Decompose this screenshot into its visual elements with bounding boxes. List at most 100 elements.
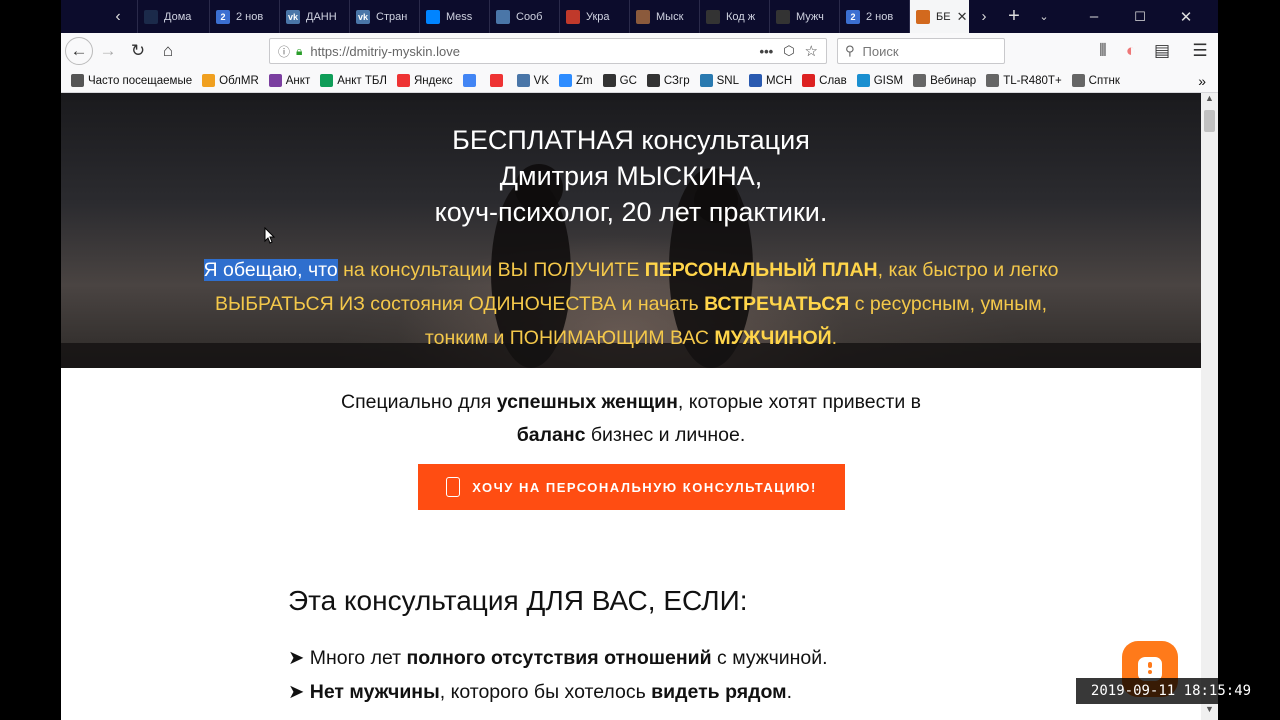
bookmark-item[interactable]: Яндекс	[396, 74, 453, 87]
bookmark-item[interactable]: GISM	[856, 74, 904, 87]
pocket-icon[interactable]: ⬡	[783, 43, 794, 59]
tab-favicon-icon	[426, 9, 440, 24]
item-text: Много лет	[309, 647, 407, 669]
tab[interactable]: vk Стран	[349, 0, 419, 33]
maximize-icon[interactable]: ☐	[1117, 0, 1163, 33]
bookmark-item[interactable]: Слав	[802, 74, 847, 87]
bookmark-item[interactable]: Часто посещаемые	[71, 74, 192, 87]
bookmark-star-icon[interactable]: ☆	[805, 42, 818, 60]
home-icon[interactable]: ⌂	[153, 36, 183, 66]
item-bold: полного отсутствия отношений	[406, 647, 712, 669]
bookmark-item[interactable]: Анкт	[268, 74, 311, 87]
search-placeholder: Поиск	[862, 43, 899, 59]
tab[interactable]: 2 2 нов	[839, 0, 909, 33]
search-icon: ⚲	[845, 43, 855, 58]
url-bar[interactable]: ⓘ 🔒︎ https://dmitriy-myskin.love ••• ⬡ ☆	[269, 38, 827, 64]
extension-icon[interactable]: ◐	[1116, 36, 1146, 66]
bookmark-item[interactable]: Zm	[559, 74, 593, 87]
new-tab-icon[interactable]: +	[999, 0, 1029, 33]
consultation-cta-button[interactable]: ХОЧУ НА ПЕРСОНАЛЬНУЮ КОНСУЛЬТАЦИЮ!	[418, 464, 845, 510]
bookmark-favicon-icon	[268, 74, 282, 87]
tab-scroll-right-icon[interactable]: ›	[969, 0, 999, 33]
page-content: БЕСПЛАТНАЯ консультация Дмитрия МЫСКИНА,…	[61, 93, 1201, 720]
scroll-up-icon[interactable]: ▲	[1201, 93, 1218, 109]
item-text: с мужчиной.	[711, 647, 828, 669]
tab-favicon-icon	[566, 9, 580, 24]
tab-list-icon[interactable]: ⌄	[1029, 0, 1059, 33]
bookmark-item[interactable]: SNL	[699, 74, 739, 87]
tab-favicon-icon	[916, 9, 930, 24]
page-scrollbar[interactable]: ▲ ▼	[1201, 93, 1218, 720]
arrow-bullet-icon: ➤	[288, 647, 305, 669]
bookmark-favicon-icon	[1071, 74, 1085, 87]
bookmark-item[interactable]: ОблMR	[202, 74, 259, 87]
tab-label: Мыск	[656, 10, 684, 23]
tab[interactable]: Сооб	[489, 0, 559, 33]
bookmark-label: Часто посещаемые	[88, 74, 193, 87]
library-icon[interactable]: ⫴	[1088, 36, 1118, 66]
item-bold: видеть рядом	[651, 681, 787, 703]
reload-icon[interactable]: ↻	[123, 36, 153, 66]
bookmark-favicon-icon	[516, 74, 530, 87]
bookmark-favicon-icon	[559, 74, 573, 87]
recording-timestamp: 2019-09-11 18:15:49	[1076, 678, 1266, 704]
bookmark-item[interactable]	[462, 74, 480, 87]
bookmark-item[interactable]: Вебинар	[913, 74, 976, 87]
tab-label: Код ж	[726, 10, 756, 23]
bookmark-item[interactable]: МСН	[748, 74, 792, 87]
bookmark-item[interactable]: Сптнк	[1071, 74, 1120, 87]
bookmark-item[interactable]: Анкт ТБЛ	[320, 74, 387, 87]
bookmark-item[interactable]	[489, 74, 507, 87]
tab[interactable]: Мыск	[629, 0, 699, 33]
tab[interactable]: 2 2 нов	[209, 0, 279, 33]
bookmark-favicon-icon	[320, 74, 334, 87]
tab[interactable]: Укра	[559, 0, 629, 33]
item-text: , которого бы хотелось	[439, 681, 652, 703]
info-icon[interactable]: ⓘ	[278, 43, 290, 60]
tab[interactable]: БЕ ✕	[909, 0, 969, 33]
close-window-icon[interactable]: ✕	[1163, 0, 1209, 33]
bookmark-label: Яндекс	[413, 74, 453, 87]
bookmarks-overflow-icon[interactable]: »	[1198, 73, 1206, 89]
bookmark-label: ОблMR	[219, 74, 259, 87]
bookmark-label: GISM	[873, 74, 904, 87]
bookmark-item[interactable]: VK	[516, 74, 549, 87]
tab[interactable]: Mess	[419, 0, 489, 33]
bookmark-favicon-icon	[802, 74, 816, 87]
tab-favicon-icon: vk	[286, 9, 300, 24]
menu-icon[interactable]: ☰	[1185, 36, 1215, 66]
tab-label: Укра	[586, 10, 610, 23]
bookmark-favicon-icon	[856, 74, 870, 87]
search-input[interactable]: ⚲ Поиск	[837, 38, 1005, 64]
tab[interactable]: vk ДАНН	[279, 0, 349, 33]
scroll-thumb[interactable]	[1204, 110, 1215, 132]
tab[interactable]: Мужч	[769, 0, 839, 33]
bookmark-favicon-icon	[913, 74, 927, 87]
tab-close-icon[interactable]: ✕	[957, 9, 968, 25]
browser-window: ‹ Дома 2 2 нов vk ДАНН vk Стран Mess Сооб Укра Мыс…	[61, 0, 1218, 720]
bookmark-label: Zm	[576, 74, 593, 87]
bookmark-label: GC	[619, 74, 637, 87]
bookmark-favicon-icon	[986, 74, 1000, 87]
tab-scroll-left-icon[interactable]: ‹	[99, 0, 137, 33]
forward-arrow-icon[interactable]: →	[93, 36, 123, 66]
tab-favicon-icon	[706, 9, 720, 24]
sidebar-icon[interactable]: ▤	[1147, 36, 1177, 66]
bookmark-label: Анкт	[285, 74, 311, 87]
tab[interactable]: Код ж	[699, 0, 769, 33]
bookmark-item[interactable]: GC	[602, 74, 637, 87]
tab-label: Сооб	[516, 10, 543, 23]
bookmark-item[interactable]: TL-R480T+	[986, 74, 1062, 87]
bookmark-label: Слав	[819, 74, 847, 87]
bookmark-item[interactable]: СЗгр	[646, 74, 690, 87]
url-text[interactable]: https://dmitriy-myskin.love	[310, 44, 460, 59]
tab-favicon-icon	[776, 9, 790, 24]
lock-icon: 🔒︎	[296, 43, 303, 58]
tab-label: 2 нов	[866, 10, 894, 23]
back-arrow-icon[interactable]: ←	[65, 37, 93, 65]
scroll-down-icon[interactable]: ▼	[1201, 704, 1218, 720]
tab[interactable]: Дома	[137, 0, 209, 33]
arrow-bullet-icon: ➤	[288, 681, 305, 703]
minimize-icon[interactable]: –	[1071, 0, 1117, 33]
page-actions-icon[interactable]: •••	[760, 44, 774, 59]
